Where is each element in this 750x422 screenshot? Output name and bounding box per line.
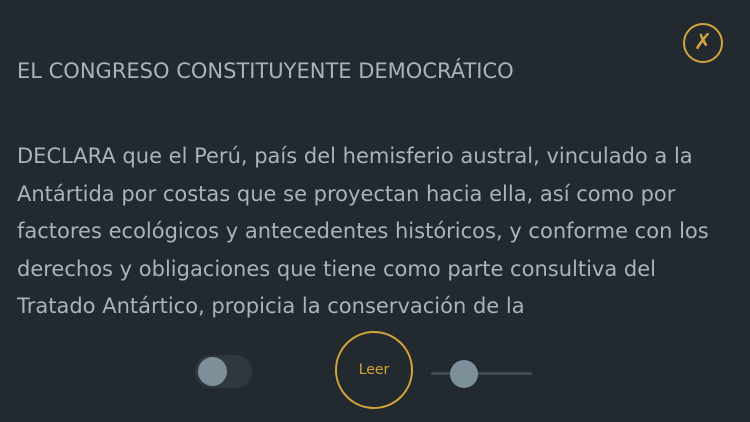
read-button-label: Leer (358, 362, 390, 378)
slider-track (431, 372, 532, 375)
page-title: EL CONGRESO CONSTITUYENTE DEMOCRÁTICO (17, 59, 514, 83)
toggle-knob (198, 357, 227, 386)
close-button[interactable]: ✗ (683, 23, 723, 63)
reading-text: DECLARA que el Perú, país del hemisferio… (17, 144, 709, 318)
player-controls: Leer (0, 330, 750, 414)
slider-thumb[interactable] (450, 360, 479, 388)
read-button[interactable]: Leer (335, 331, 413, 409)
toggle-switch[interactable] (195, 355, 252, 388)
speed-slider[interactable] (431, 360, 532, 388)
close-icon: ✗ (693, 30, 713, 55)
